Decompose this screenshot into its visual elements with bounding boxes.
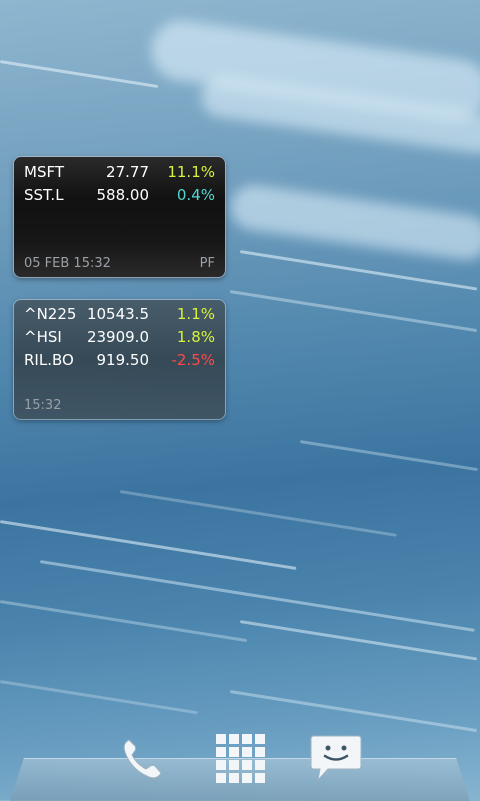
stock-price: 27.77	[106, 163, 149, 181]
stock-price: 588.00	[96, 186, 150, 204]
stock-symbol: ^N225	[24, 305, 77, 323]
stock-row[interactable]: ^N225 10543.5 1.1%	[24, 305, 215, 327]
stock-row[interactable]: RIL.BO 919.50 -2.5%	[24, 351, 215, 373]
stock-change: 0.4%	[176, 186, 215, 204]
stock-change: 11.1%	[167, 163, 215, 181]
portfolio-tag: PF	[199, 256, 215, 271]
update-timestamp: 05 FEB 15:32	[24, 256, 111, 271]
stock-symbol: MSFT	[24, 163, 64, 181]
stock-widget-indices[interactable]: ^N225 10543.5 1.1% ^HSI 23909.0 1.8% RIL…	[14, 300, 225, 419]
phone-icon	[123, 739, 162, 779]
stock-change: -2.5%	[171, 351, 215, 369]
stock-price: 919.50	[96, 351, 150, 369]
stock-change: 1.1%	[176, 305, 215, 323]
app-drawer-button[interactable]	[212, 730, 268, 786]
messaging-button[interactable]	[308, 730, 364, 786]
stock-symbol: SST.L	[24, 186, 64, 204]
app-drawer-grid-icon	[216, 734, 265, 783]
stock-symbol: ^HSI	[24, 328, 62, 346]
update-timestamp: 15:32	[24, 398, 62, 413]
stock-widget-portfolio[interactable]: MSFT 27.77 11.1% SST.L 588.00 0.4% 05 FE…	[14, 157, 225, 277]
stock-row[interactable]: MSFT 27.77 11.1%	[24, 163, 215, 185]
stock-symbol: RIL.BO	[24, 351, 74, 369]
messaging-icon	[310, 735, 362, 782]
stock-row[interactable]: ^HSI 23909.0 1.8%	[24, 328, 215, 350]
stock-change: 1.8%	[176, 328, 215, 346]
stock-price: 10543.5	[86, 305, 149, 323]
stock-row[interactable]: SST.L 588.00 0.4%	[24, 186, 215, 208]
phone-button[interactable]	[115, 730, 171, 786]
stock-price: 23909.0	[86, 328, 149, 346]
